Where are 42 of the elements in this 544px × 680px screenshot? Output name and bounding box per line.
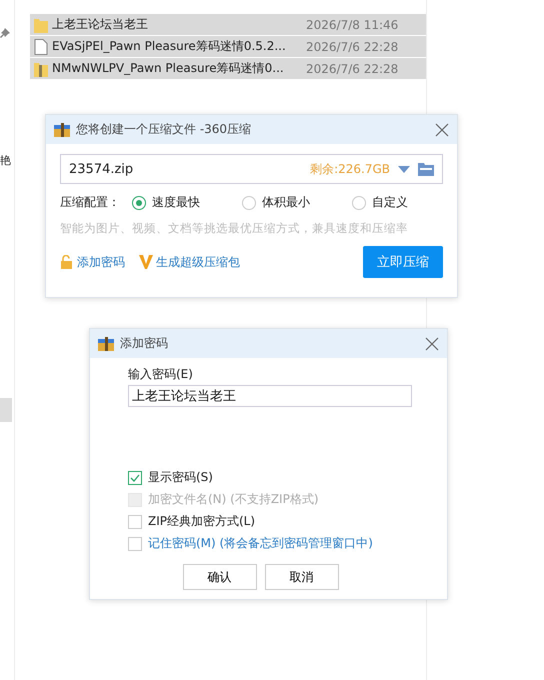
password-field[interactable]: 上老王论坛当老王 bbox=[128, 385, 412, 407]
confirm-button[interactable]: 确认 bbox=[182, 564, 256, 590]
dropdown-caret-icon[interactable] bbox=[398, 166, 410, 172]
file-date: 2026/7/6 22:28 bbox=[306, 62, 398, 76]
super-pack-link[interactable]: 生成超级压缩包 bbox=[139, 254, 240, 270]
close-button[interactable] bbox=[425, 336, 439, 350]
close-button[interactable] bbox=[435, 122, 449, 136]
option-checkbox[interactable]: ZIP经典加密方式(L) bbox=[128, 513, 413, 530]
file-name: NMwNWLPV_Pawn Pleasure筹码迷情0... bbox=[52, 60, 285, 77]
file-row[interactable]: EVaSjPEl_Pawn Pleasure筹码迷情0.5.2... 2026/7/6 22:28 bbox=[30, 36, 426, 57]
config-label: 压缩配置： bbox=[60, 194, 120, 211]
file-row[interactable]: NMwNWLPV_Pawn Pleasure筹码迷情0... 2026/7/6 22:28 bbox=[30, 58, 426, 79]
file-date: 2026/7/8 11:46 bbox=[306, 18, 398, 32]
folder-icon bbox=[34, 16, 48, 32]
remember-password-checkbox[interactable]: 记住密码(M) (将会备忘到密码管理窗口中) bbox=[128, 535, 413, 552]
file-name: 上老王论坛当老王 bbox=[52, 16, 149, 33]
zipped-folder-icon bbox=[34, 60, 48, 76]
window-title: 您将创建一个压缩文件 -360压缩 bbox=[76, 121, 252, 138]
filename-field[interactable]: 23574.zip 剩余:226.7GB bbox=[60, 154, 443, 184]
document-icon bbox=[34, 38, 48, 54]
file-row[interactable]: 上老王论坛当老王 2026/7/8 11:46 bbox=[30, 14, 426, 35]
window-title: 添加密码 bbox=[120, 335, 169, 352]
radio-option[interactable]: 速度最快 bbox=[132, 194, 200, 211]
file-name: EVaSjPEl_Pawn Pleasure筹码迷情0.5.2... bbox=[52, 38, 287, 55]
pin-icon bbox=[0, 28, 10, 38]
radio-option[interactable]: 体积最小 bbox=[242, 194, 310, 211]
add-password-link[interactable]: 添加密码 bbox=[60, 254, 125, 270]
file-date: 2026/7/6 22:28 bbox=[306, 40, 398, 54]
padlock-icon bbox=[60, 255, 74, 269]
folder-icon[interactable] bbox=[418, 162, 434, 176]
archive-app-icon bbox=[54, 122, 70, 136]
radio-option[interactable]: 自定义 bbox=[352, 194, 408, 211]
cancel-button[interactable]: 取消 bbox=[264, 564, 338, 590]
sidebar-selection bbox=[0, 398, 12, 422]
v-logo-icon bbox=[139, 255, 153, 269]
option-checkbox[interactable]: 显示密码(S) bbox=[128, 469, 413, 486]
sidebar-text: 艳 bbox=[0, 153, 11, 168]
free-space: 剩余:226.7GB bbox=[310, 160, 390, 178]
checkmark-icon bbox=[130, 474, 140, 482]
archive-app-icon bbox=[98, 336, 114, 350]
field-label: 输入密码(E) bbox=[128, 366, 194, 383]
hint-text: 智能为图片、视频、文档等挑选最优压缩方式，兼具速度和压缩率 bbox=[60, 221, 409, 236]
